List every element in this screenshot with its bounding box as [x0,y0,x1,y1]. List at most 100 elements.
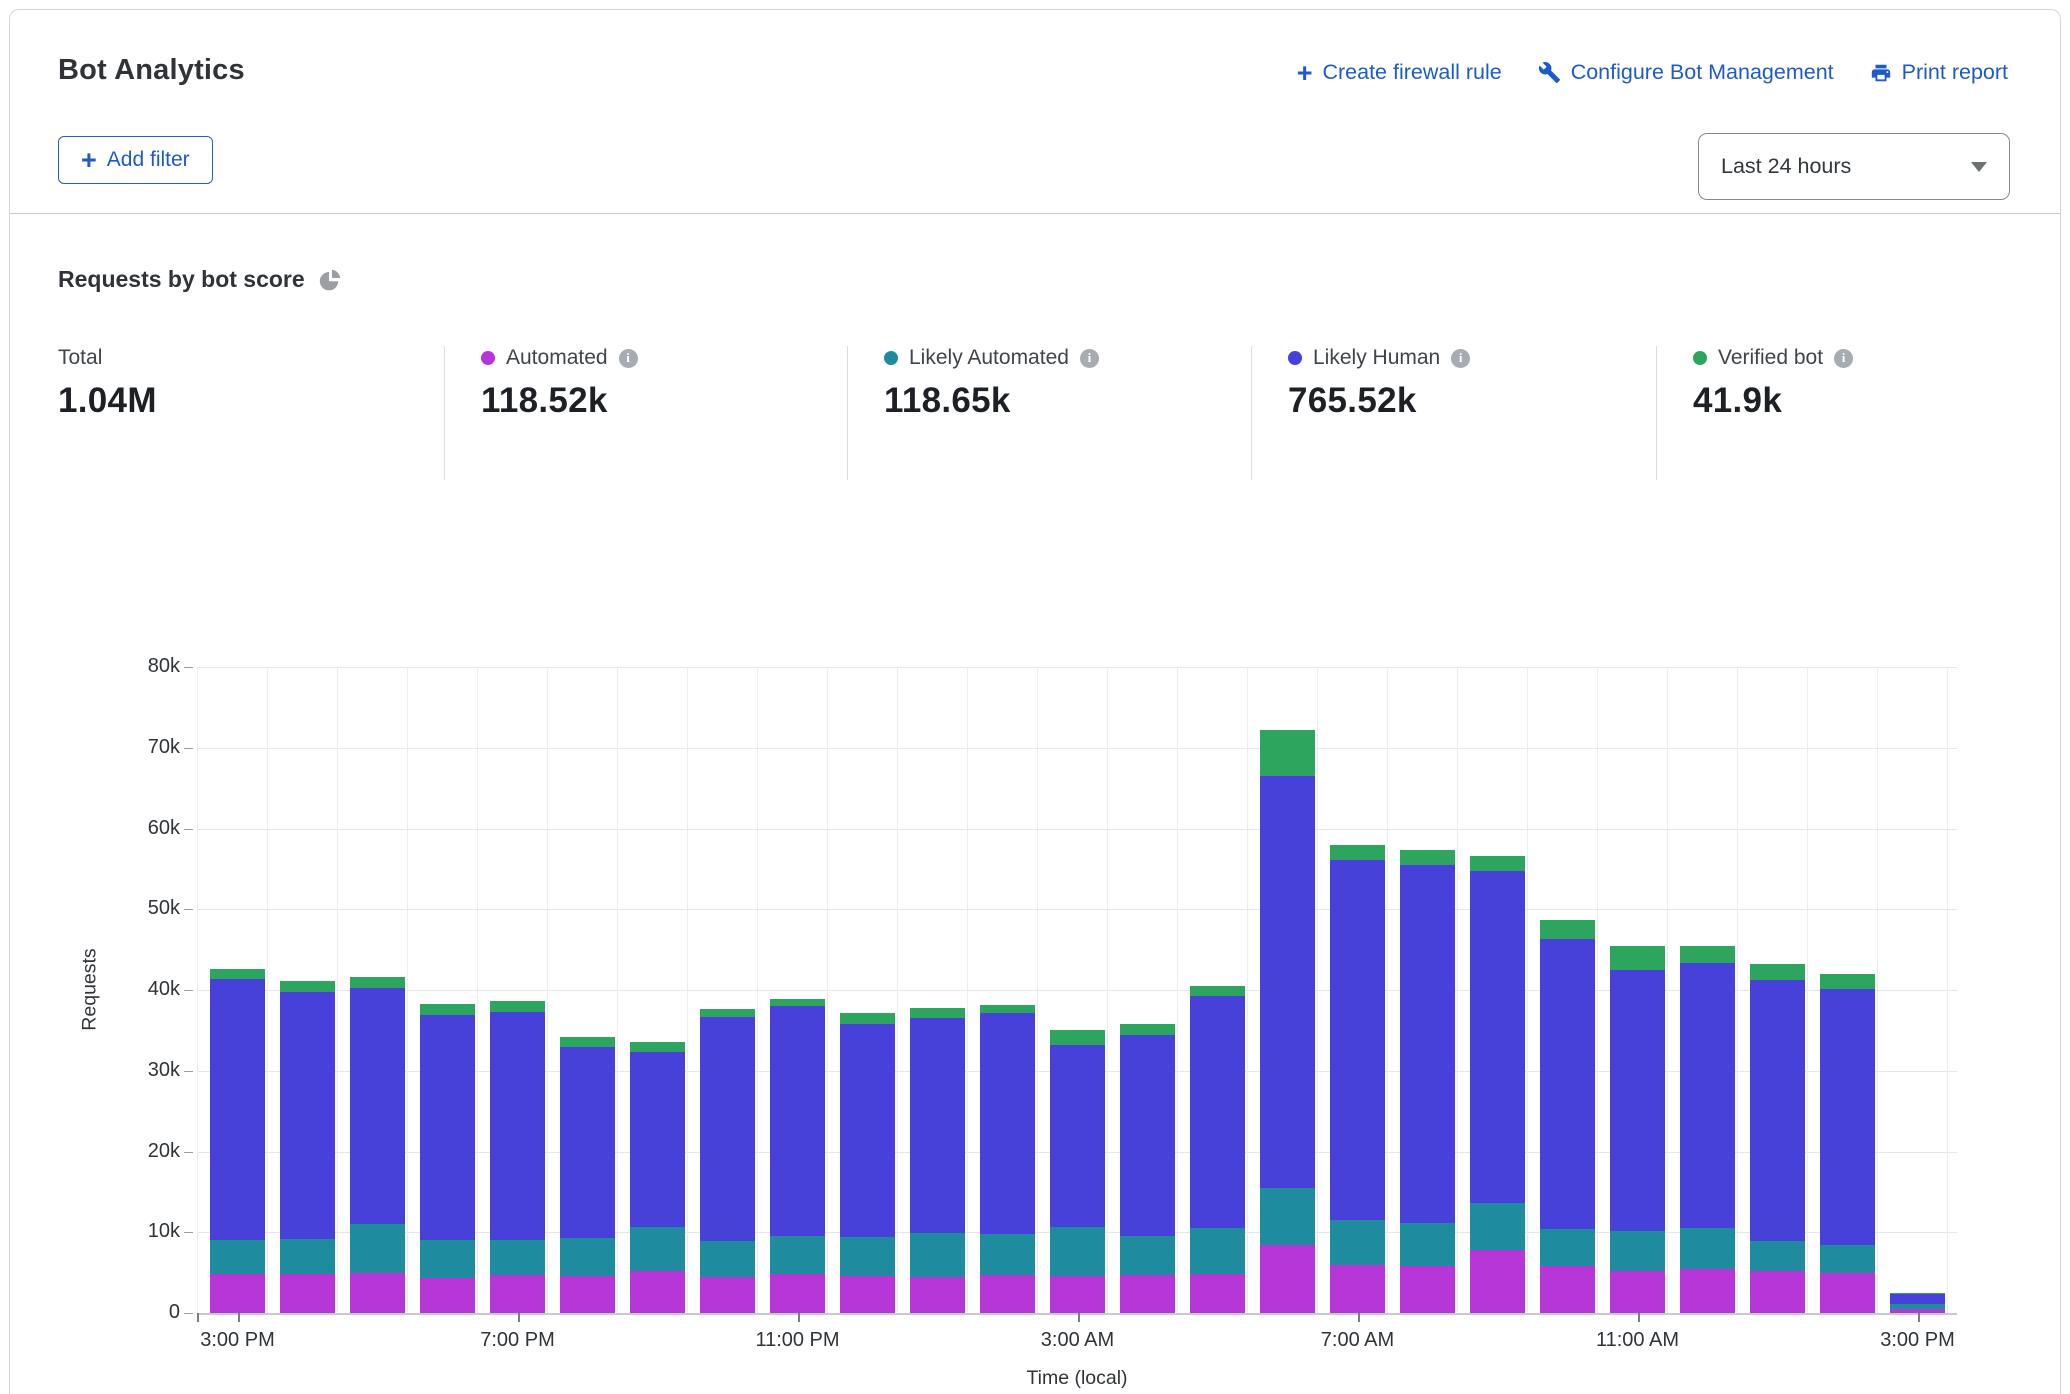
bar-segment-likely-automated[interactable] [1330,1220,1385,1265]
bar-segment-verified-bot[interactable] [1750,964,1805,979]
bar-segment-automated[interactable] [210,1274,265,1313]
bar-segment-automated[interactable] [1400,1266,1455,1313]
bar-segment-automated[interactable] [1190,1274,1245,1313]
bar-segment-verified-bot[interactable] [350,977,405,988]
bar-segment-likely-automated[interactable] [490,1240,545,1276]
bar-1000am[interactable] [1540,920,1595,1313]
bar-segment-likely-automated[interactable] [210,1240,265,1275]
bar-segment-likely-human[interactable] [560,1047,615,1238]
info-icon[interactable]: i [1834,349,1853,368]
bar-segment-likely-automated[interactable] [420,1240,475,1277]
info-icon[interactable]: i [1080,349,1099,368]
bar-600am[interactable] [1260,730,1315,1313]
bar-segment-verified-bot[interactable] [630,1042,685,1052]
bar-segment-automated[interactable] [1050,1276,1105,1313]
bar-segment-likely-human[interactable] [420,1015,475,1240]
bar-segment-likely-automated[interactable] [1610,1231,1665,1271]
bar-segment-verified-bot[interactable] [1260,730,1315,776]
bar-segment-likely-human[interactable] [840,1024,895,1237]
bar-segment-likely-automated[interactable] [910,1233,965,1277]
bar-500pm[interactable] [350,977,405,1313]
bar-400pm[interactable] [280,981,335,1313]
bar-segment-automated[interactable] [910,1277,965,1313]
add-filter-button[interactable]: + Add filter [58,136,213,184]
bar-segment-likely-human[interactable] [1260,776,1315,1188]
bar-segment-verified-bot[interactable] [840,1013,895,1024]
bar-segment-likely-human[interactable] [1820,989,1875,1245]
bar-segment-verified-bot[interactable] [770,999,825,1006]
bar-segment-verified-bot[interactable] [1190,986,1245,996]
bar-800pm[interactable] [560,1037,615,1313]
bar-segment-automated[interactable] [1330,1265,1385,1313]
bar-segment-likely-human[interactable] [630,1052,685,1227]
bar-300pm[interactable] [210,969,265,1313]
bar-segment-likely-human[interactable] [1540,939,1595,1229]
bar-segment-likely-human[interactable] [280,992,335,1238]
bar-segment-likely-automated[interactable] [840,1237,895,1276]
configure-bot-management-link[interactable]: Configure Bot Management [1538,60,1834,85]
bar-segment-likely-human[interactable] [1750,980,1805,1242]
bar-segment-verified-bot[interactable] [1400,850,1455,865]
bar-700pm[interactable] [490,1001,545,1313]
bar-segment-likely-automated[interactable] [1050,1227,1105,1275]
bar-segment-likely-automated[interactable] [1470,1203,1525,1250]
bar-segment-likely-human[interactable] [700,1017,755,1241]
bar-segment-likely-human[interactable] [1610,970,1665,1231]
bar-100am[interactable] [910,1008,965,1313]
bar-segment-verified-bot[interactable] [1610,946,1665,969]
bar-segment-verified-bot[interactable] [560,1037,615,1047]
bar-segment-automated[interactable] [980,1275,1035,1313]
bar-segment-automated[interactable] [1610,1271,1665,1313]
bar-1200pm[interactable] [1680,946,1735,1313]
bar-segment-automated[interactable] [560,1276,615,1313]
bar-segment-likely-human[interactable] [210,979,265,1240]
bar-segment-likely-automated[interactable] [1260,1188,1315,1245]
bar-segment-likely-automated[interactable] [1750,1241,1805,1271]
bar-800am[interactable] [1400,849,1455,1313]
bar-400am[interactable] [1120,1024,1175,1313]
bar-segment-automated[interactable] [1750,1271,1805,1313]
bar-segment-verified-bot[interactable] [1330,845,1385,860]
bar-300pm[interactable] [1890,1293,1945,1313]
create-firewall-rule-link[interactable]: + Create firewall rule [1297,60,1502,85]
bar-segment-likely-automated[interactable] [1820,1245,1875,1272]
bar-segment-likely-human[interactable] [1330,860,1385,1220]
bar-segment-likely-automated[interactable] [1540,1229,1595,1266]
bar-segment-verified-bot[interactable] [1050,1030,1105,1045]
bar-segment-automated[interactable] [490,1275,545,1313]
bar-segment-verified-bot[interactable] [1820,974,1875,989]
bar-200am[interactable] [980,1005,1035,1313]
bar-segment-likely-human[interactable] [350,988,405,1224]
bar-segment-likely-automated[interactable] [560,1238,615,1276]
bar-900am[interactable] [1470,856,1525,1313]
bar-1100am[interactable] [1610,946,1665,1313]
bar-600pm[interactable] [420,1004,475,1313]
bar-segment-verified-bot[interactable] [420,1004,475,1015]
bar-segment-likely-human[interactable] [770,1006,825,1235]
bar-segment-likely-automated[interactable] [1400,1223,1455,1267]
bar-segment-automated[interactable] [840,1276,895,1313]
bar-segment-verified-bot[interactable] [980,1005,1035,1013]
bar-segment-likely-human[interactable] [1120,1035,1175,1236]
bar-segment-likely-automated[interactable] [770,1236,825,1275]
bar-segment-verified-bot[interactable] [210,969,265,979]
bar-segment-automated[interactable] [350,1273,405,1313]
bar-segment-likely-human[interactable] [1680,963,1735,1228]
bar-segment-likely-automated[interactable] [1190,1228,1245,1274]
bar-segment-likely-automated[interactable] [700,1241,755,1277]
info-icon[interactable]: i [1451,349,1470,368]
bar-700am[interactable] [1330,845,1385,1313]
bar-segment-likely-automated[interactable] [1120,1236,1175,1275]
bar-segment-likely-human[interactable] [1890,1294,1945,1304]
bar-segment-likely-human[interactable] [1400,865,1455,1223]
bar-segment-automated[interactable] [700,1277,755,1313]
bar-segment-likely-automated[interactable] [350,1224,405,1272]
bar-segment-likely-human[interactable] [1470,871,1525,1203]
bar-segment-automated[interactable] [770,1274,825,1313]
bar-segment-likely-human[interactable] [490,1012,545,1240]
bar-segment-automated[interactable] [630,1271,685,1313]
bar-segment-likely-human[interactable] [1190,996,1245,1228]
bar-segment-automated[interactable] [420,1278,475,1313]
bar-segment-likely-automated[interactable] [980,1234,1035,1275]
bar-segment-verified-bot[interactable] [1540,920,1595,939]
